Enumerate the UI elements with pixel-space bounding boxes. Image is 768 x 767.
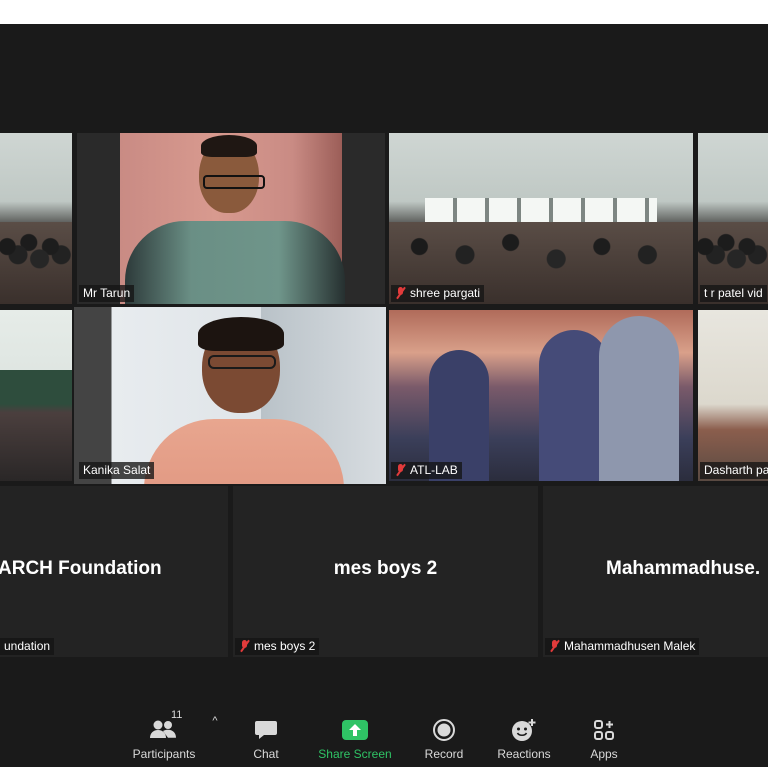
- share-screen-label: Share Screen: [318, 747, 392, 761]
- muted-mic-icon: [239, 640, 250, 652]
- chat-icon: [254, 717, 278, 743]
- participants-label: Participants: [132, 747, 196, 761]
- participant-name: undation: [4, 639, 51, 653]
- chevron-up-icon: ^: [212, 715, 218, 727]
- reactions-button[interactable]: Reactions: [484, 687, 564, 767]
- video-tile-kanika-salat[interactable]: Kanika Salat: [74, 307, 386, 484]
- video-feed: [389, 133, 693, 304]
- participant-name-tag: Mahammadhusen Malek: [545, 638, 700, 655]
- participant-name-tag: ATL-LAB: [391, 462, 462, 479]
- participant-name-tag: shree pargati: [391, 285, 485, 302]
- participant-display-name: ARCH Foundation: [0, 558, 162, 579]
- share-screen-icon: [342, 717, 368, 743]
- participant-name: Mahammadhusen Malek: [564, 639, 696, 653]
- apps-label: Apps: [590, 747, 618, 761]
- participant-name-tag: mes boys 2: [235, 638, 320, 655]
- meeting-toolbar: 11 Participants ^ Chat Share Screen Reco…: [0, 687, 768, 767]
- participant-name: ATL-LAB: [410, 463, 458, 477]
- participant-name-tag: undation: [0, 638, 55, 655]
- participant-name: Mr Tarun: [83, 286, 131, 300]
- apps-icon: [593, 717, 615, 743]
- meeting-stage: Mr Tarun shree pargati t r patel vid Kan…: [0, 24, 768, 767]
- video-tile-atl-lab[interactable]: ATL-LAB: [389, 310, 693, 481]
- video-feed: [74, 307, 386, 484]
- participants-count: 11: [171, 709, 183, 721]
- video-tile-shree-pargati[interactable]: shree pargati: [389, 133, 693, 304]
- video-tile-dasharth[interactable]: Dasharth pa: [698, 310, 768, 481]
- video-tile-mr-tarun[interactable]: Mr Tarun: [77, 133, 385, 304]
- video-tile-mes-boys-2[interactable]: mes boys 2 mes boys 2: [233, 486, 538, 657]
- video-feed: [698, 133, 768, 304]
- apps-button[interactable]: Apps: [564, 687, 644, 767]
- chat-label: Chat: [253, 747, 279, 761]
- reactions-icon: [511, 717, 537, 743]
- participants-caret[interactable]: ^: [204, 687, 226, 767]
- participant-name-tag: Dasharth pa: [700, 462, 768, 479]
- video-feed: [389, 310, 693, 481]
- video-feed: [0, 310, 72, 481]
- video-tile-t-r-patel[interactable]: t r patel vid: [698, 133, 768, 304]
- participant-display-name: mes boys 2: [333, 558, 438, 579]
- record-button[interactable]: Record: [404, 687, 484, 767]
- reactions-label: Reactions: [497, 747, 551, 761]
- participant-name: mes boys 2: [254, 639, 316, 653]
- participant-name-tag: Kanika Salat: [79, 462, 155, 479]
- muted-mic-icon: [395, 287, 406, 299]
- participant-name: t r patel vid: [704, 286, 763, 300]
- chat-button[interactable]: Chat: [226, 687, 306, 767]
- record-label: Record: [424, 747, 464, 761]
- participant-name: Kanika Salat: [83, 463, 151, 477]
- participant-name-tag: Mr Tarun: [79, 285, 135, 302]
- participant-name: shree pargati: [410, 286, 481, 300]
- video-feed: [698, 310, 768, 481]
- record-icon: [432, 717, 456, 743]
- video-feed: [0, 133, 72, 304]
- video-tile-left-crowd[interactable]: [0, 133, 72, 304]
- video-tile-mahammadhusen-malek[interactable]: Mahammadhuse. Mahammadhusen Malek: [543, 486, 768, 657]
- video-tile-foundation[interactable]: ARCH Foundation undation: [0, 486, 228, 657]
- muted-mic-icon: [395, 464, 406, 476]
- participant-name: Dasharth pa: [704, 463, 768, 477]
- muted-mic-icon: [549, 640, 560, 652]
- participants-button[interactable]: 11 Participants: [124, 687, 204, 767]
- video-feed: [77, 133, 385, 304]
- video-tile-left-classroom[interactable]: [0, 310, 72, 481]
- participant-name-tag: t r patel vid: [700, 285, 767, 302]
- share-screen-button[interactable]: Share Screen: [306, 687, 404, 767]
- participant-display-name: Mahammadhuse.: [606, 558, 761, 579]
